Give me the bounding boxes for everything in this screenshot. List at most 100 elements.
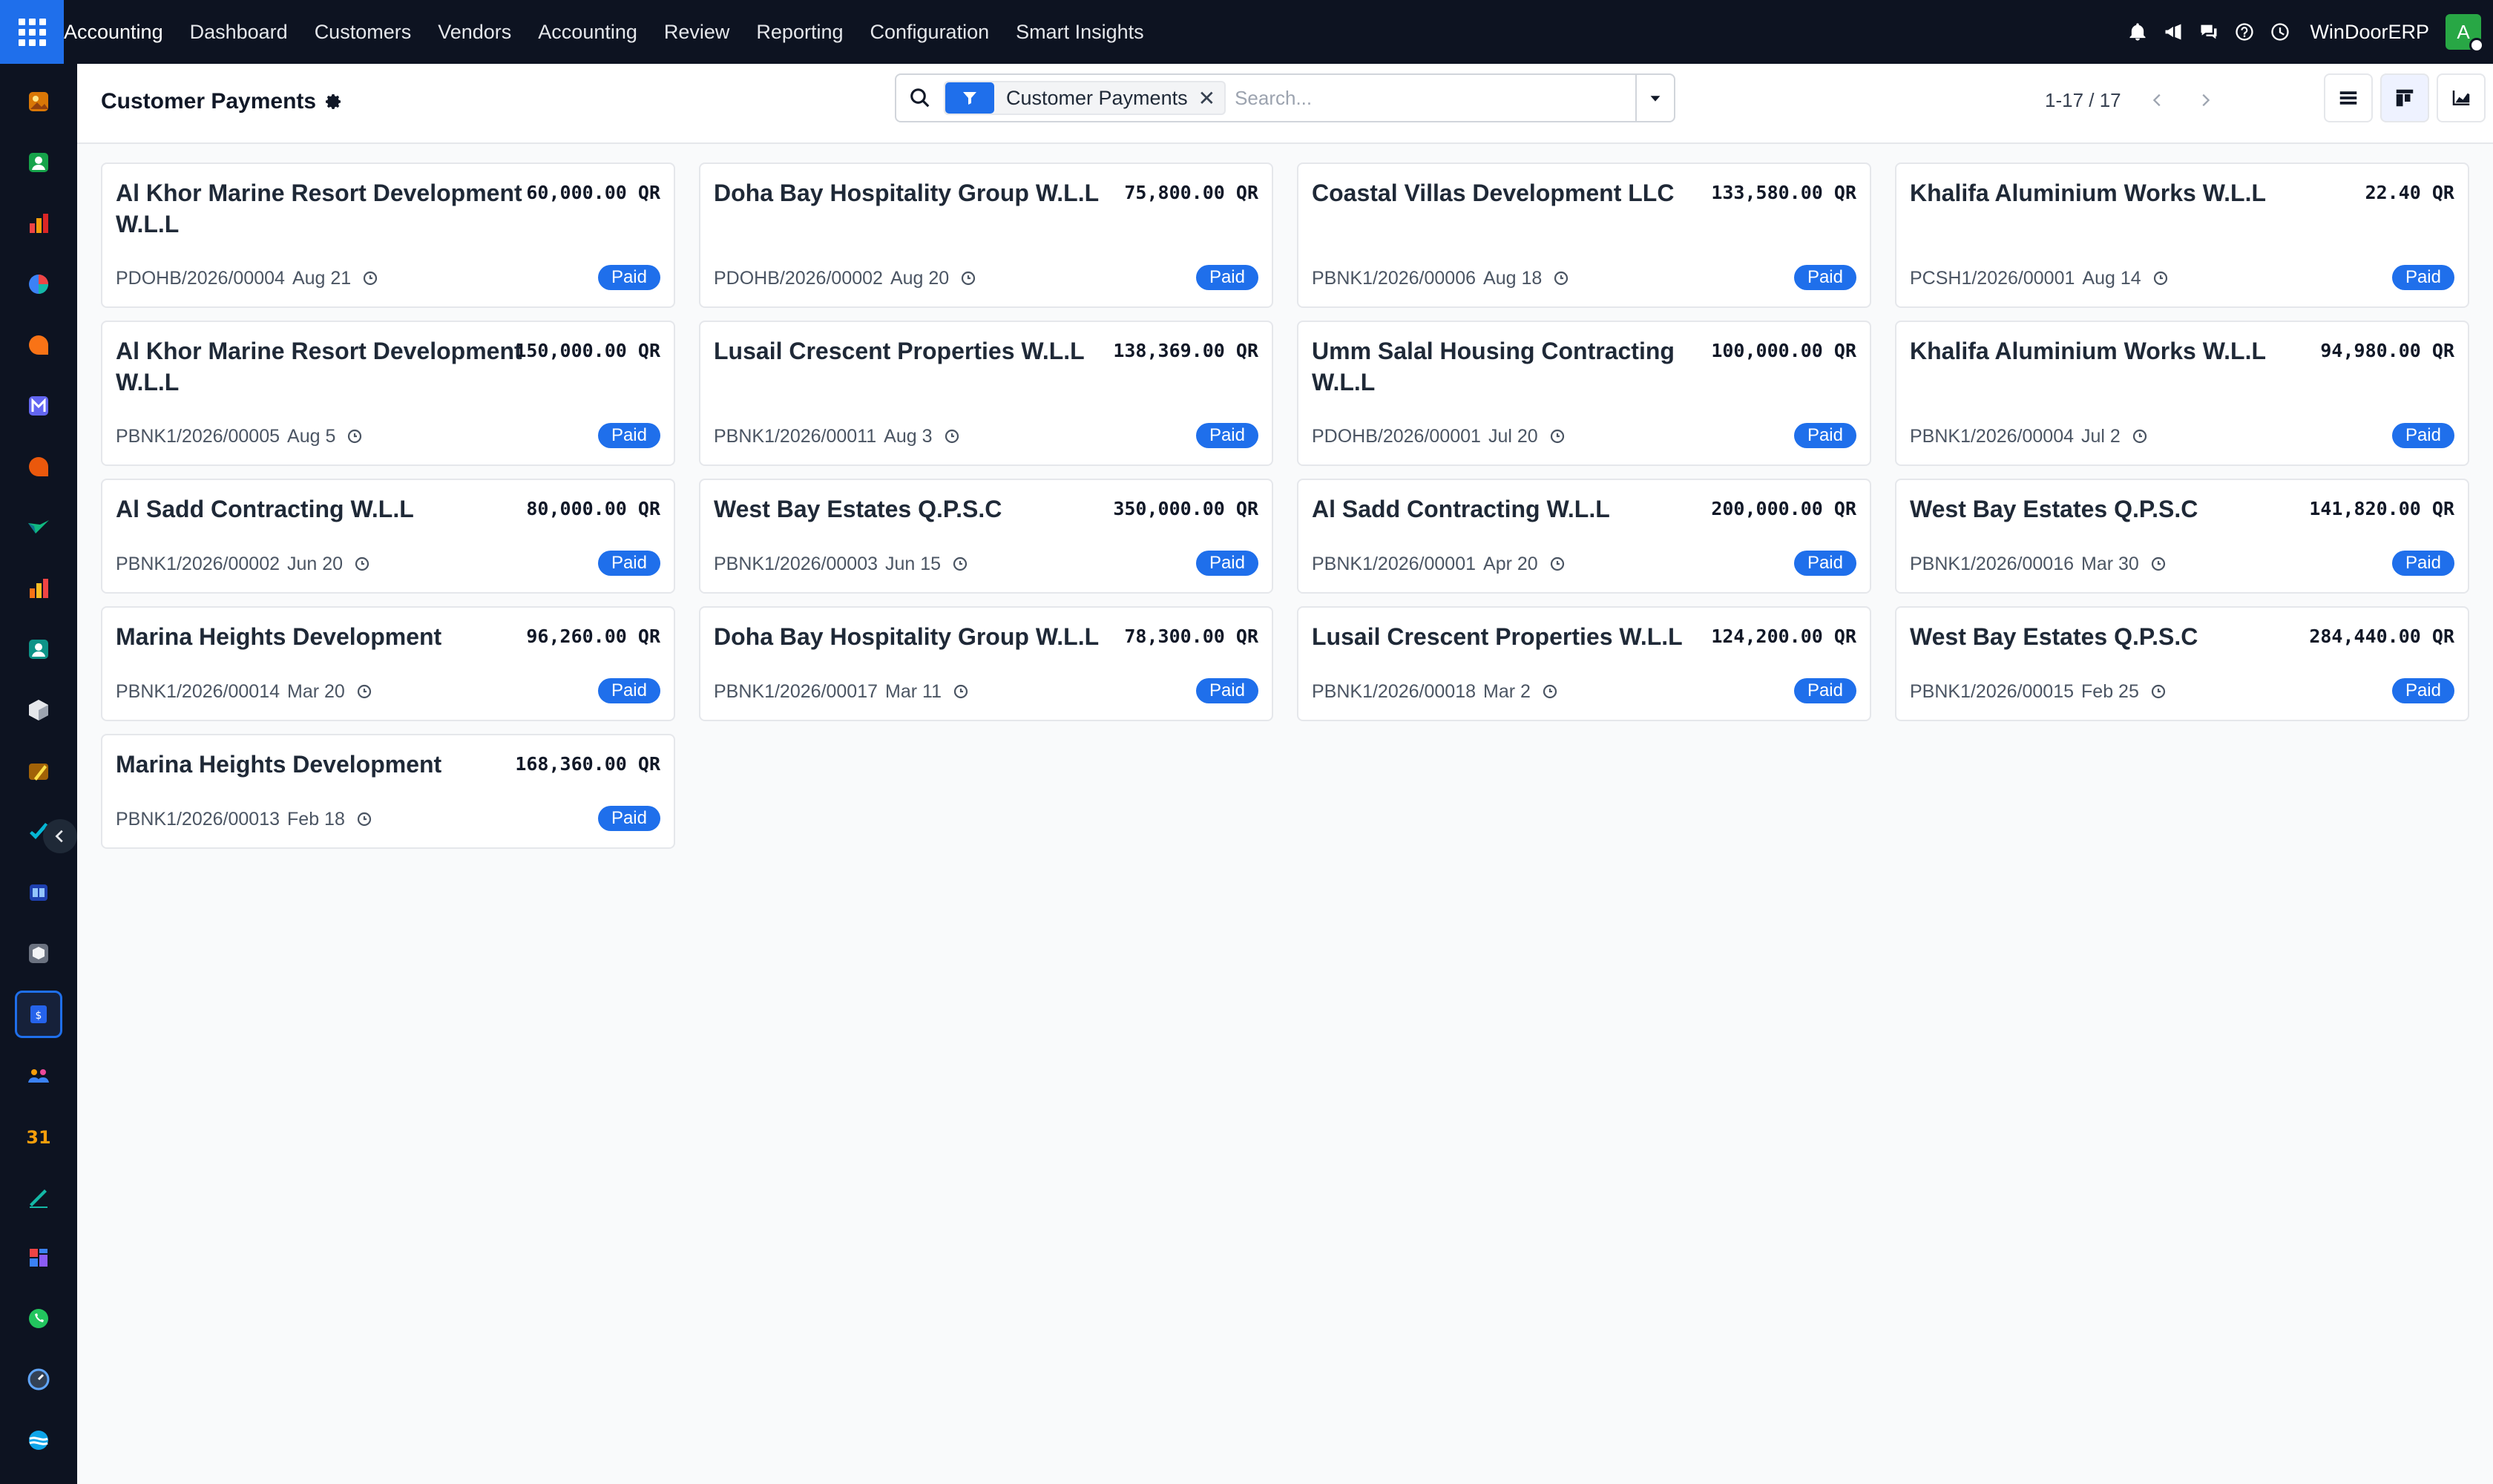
activity-clock-icon[interactable] — [355, 810, 375, 829]
payment-card[interactable]: Al Khor Marine Resort Development W.L.L 6… — [101, 162, 675, 308]
activity-clock-icon[interactable] — [943, 427, 962, 446]
card-footer: PBNK1/2026/00013 Feb 18 Paid — [116, 804, 660, 834]
mail-app-icon[interactable] — [15, 382, 62, 430]
check-app-icon[interactable] — [15, 504, 62, 551]
payment-card[interactable]: Lusail Crescent Properties W.L.L 124,200.… — [1297, 606, 1871, 721]
card-footer: PBNK1/2026/00005 Aug 5 Paid — [116, 421, 660, 451]
payment-card[interactable]: Khalifa Aluminium Works W.L.L 94,980.00 Q… — [1895, 321, 2469, 466]
dashboard-app-icon[interactable] — [15, 1234, 62, 1281]
payment-date: Jun 20 — [287, 553, 344, 574]
website-app-icon[interactable] — [15, 1416, 62, 1464]
payment-card[interactable]: West Bay Estates Q.P.S.C 350,000.00 QR PBN… — [699, 479, 1273, 594]
payment-card[interactable]: Al Khor Marine Resort Development W.L.L 1… — [101, 321, 675, 466]
employees-app-icon[interactable] — [15, 1051, 62, 1099]
card-footer: PBNK1/2026/00015 Feb 25 Paid — [1910, 677, 2454, 706]
charts-app-icon[interactable] — [15, 200, 62, 247]
reports-app-icon[interactable] — [15, 565, 62, 612]
sign-app-icon[interactable] — [15, 1173, 62, 1221]
app-brand[interactable]: Accounting — [64, 0, 177, 64]
payment-date: Aug 14 — [2082, 267, 2141, 289]
menu-review[interactable]: Review — [651, 0, 743, 64]
payment-amount: 168,360.00 QR — [515, 753, 660, 775]
payment-card[interactable]: Al Sadd Contracting W.L.L 80,000.00 QR PBN… — [101, 479, 675, 594]
brush-app-icon[interactable] — [15, 747, 62, 795]
payment-card[interactable]: Marina Heights Development 168,360.00 QR P… — [101, 734, 675, 849]
menu-vendors[interactable]: Vendors — [424, 0, 525, 64]
chat-bubble-app-icon[interactable] — [15, 321, 62, 369]
whatsapp-app-icon[interactable] — [15, 1295, 62, 1342]
status-badge: Paid — [597, 265, 660, 290]
company-name[interactable]: WinDoorERP — [2298, 21, 2446, 44]
menu-smart-insights[interactable]: Smart Insights — [1002, 0, 1157, 64]
payment-card[interactable]: Lusail Crescent Properties W.L.L 138,369.… — [699, 321, 1273, 466]
payment-reference: PBNK1/2026/00004 — [1910, 425, 2075, 447]
kanban-view-button[interactable] — [2380, 73, 2429, 122]
avatar[interactable]: A — [2446, 14, 2484, 53]
activity-clock-icon[interactable] — [2152, 269, 2171, 288]
customer-name: Lusail Crescent Properties W.L.L — [714, 338, 1085, 364]
card-footer: PBNK1/2026/00001 Apr 20 Paid — [1312, 549, 1856, 579]
chat-icon[interactable] — [2191, 0, 2227, 64]
payment-card[interactable]: Marina Heights Development 96,260.00 QR PB… — [101, 606, 675, 721]
payment-amount: 94,980.00 QR — [2320, 340, 2454, 361]
graph-view-button[interactable] — [2437, 73, 2486, 122]
pager-value[interactable]: 1-17 / 17 — [2045, 89, 2130, 112]
payment-card[interactable]: Doha Bay Hospitality Group W.L.L 75,800.0… — [699, 162, 1273, 308]
customer-name: West Bay Estates Q.P.S.C — [714, 496, 1002, 522]
calendar-app-icon[interactable]: 31 — [15, 1112, 62, 1160]
activity-clock-icon[interactable] — [353, 554, 372, 574]
activity-clock-icon[interactable] — [1548, 554, 1568, 574]
menu-customers[interactable]: Customers — [301, 0, 425, 64]
menu-configuration[interactable]: Configuration — [857, 0, 1003, 64]
inventory-app-icon[interactable] — [15, 930, 62, 977]
search-options-toggle[interactable] — [1635, 75, 1674, 121]
payment-card[interactable]: Khalifa Aluminium Works W.L.L 22.40 QR PCS… — [1895, 162, 2469, 308]
search-icon[interactable] — [896, 75, 944, 121]
help-icon[interactable] — [2227, 0, 2262, 64]
payment-card[interactable]: Umm Salal Housing Contracting W.L.L 100,0… — [1297, 321, 1871, 466]
activity-clock-icon[interactable] — [1541, 682, 1560, 701]
activity-clock-icon[interactable] — [1552, 269, 1571, 288]
bell-icon[interactable] — [2120, 0, 2155, 64]
activity-clock-icon[interactable] — [346, 427, 365, 446]
package-app-icon[interactable] — [15, 686, 62, 734]
activity-clock-icon[interactable] — [355, 682, 375, 701]
menu-dashboard[interactable]: Dashboard — [177, 0, 301, 64]
collapse-sidebar-button[interactable] — [43, 819, 77, 853]
activity-clock-icon[interactable] — [2149, 682, 2169, 701]
activity-clock-icon[interactable] — [1548, 427, 1568, 446]
clock-icon[interactable] — [2262, 0, 2298, 64]
payment-card[interactable]: West Bay Estates Q.P.S.C 141,820.00 QR PBN… — [1895, 479, 2469, 594]
list-view-button[interactable] — [2324, 73, 2373, 122]
payment-card[interactable]: Al Sadd Contracting W.L.L 200,000.00 QR PB… — [1297, 479, 1871, 594]
payment-card[interactable]: Doha Bay Hospitality Group W.L.L 78,300.0… — [699, 606, 1273, 721]
payment-card[interactable]: West Bay Estates Q.P.S.C 284,440.00 QR PBN… — [1895, 606, 2469, 721]
gear-icon[interactable] — [325, 93, 343, 111]
activity-clock-icon[interactable] — [361, 269, 381, 288]
timer-app-icon[interactable] — [15, 1356, 62, 1403]
activity-clock-icon[interactable] — [959, 269, 979, 288]
photo-app-icon[interactable] — [15, 78, 62, 125]
payment-reference: PBNK1/2026/00017 — [714, 680, 878, 702]
remove-facet-button[interactable]: ✕ — [1198, 86, 1224, 111]
apps-menu-button[interactable] — [0, 0, 64, 64]
menu-reporting[interactable]: Reporting — [743, 0, 856, 64]
payment-card[interactable]: Coastal Villas Development LLC 133,580.00… — [1297, 162, 1871, 308]
filter-icon — [945, 82, 994, 114]
contacts-app-icon[interactable] — [15, 139, 62, 186]
megaphone-icon[interactable] — [2155, 0, 2191, 64]
search-input[interactable] — [1235, 79, 1635, 116]
discuss-app-icon[interactable] — [15, 443, 62, 490]
pager-next-button[interactable] — [2185, 82, 2225, 119]
activity-clock-icon[interactable] — [951, 554, 970, 574]
contacts2-app-icon[interactable] — [15, 626, 62, 673]
activity-clock-icon[interactable] — [2149, 554, 2169, 574]
pager-previous-button[interactable] — [2138, 82, 2178, 119]
knowledge-app-icon[interactable] — [15, 869, 62, 916]
activity-clock-icon[interactable] — [952, 682, 971, 701]
pie-app-icon[interactable] — [15, 260, 62, 308]
activity-clock-icon[interactable] — [2131, 427, 2150, 446]
menu-accounting[interactable]: Accounting — [525, 0, 651, 64]
accounting-app-icon[interactable]: $ — [15, 991, 62, 1038]
customer-name: West Bay Estates Q.P.S.C — [1910, 623, 2198, 650]
